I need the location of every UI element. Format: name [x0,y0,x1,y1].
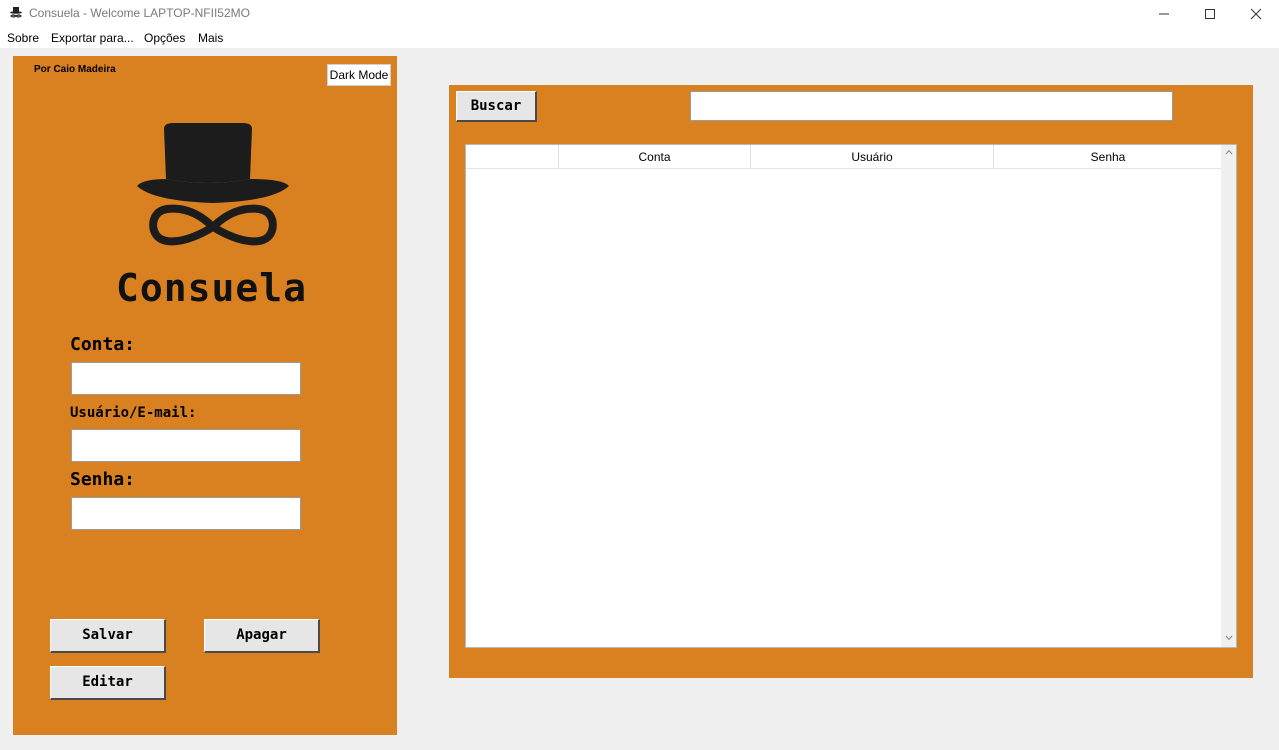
minimize-button[interactable] [1141,0,1187,28]
delete-button[interactable]: Apagar [204,619,320,653]
scroll-down-icon[interactable] [1225,635,1233,641]
window-title: Consuela - Welcome LAPTOP-NFII52MO [29,6,250,20]
minimize-icon [1159,13,1169,15]
menu-bar: Sobre Exportar para... Opções Mais [0,28,1279,48]
menu-item-sobre[interactable]: Sobre [7,31,39,45]
conta-label: Conta: [70,334,136,355]
usuario-label: Usuário/E-mail: [70,405,197,421]
maximize-button[interactable] [1187,0,1233,28]
column-header-senha[interactable]: Senha [994,145,1222,169]
dark-mode-button[interactable]: Dark Mode [327,64,391,86]
column-header-blank[interactable] [466,145,559,169]
search-input[interactable] [690,91,1173,121]
usuario-input[interactable] [71,429,301,462]
senha-input[interactable] [71,497,301,530]
top-hat-mustache-icon [137,123,289,246]
title-bar: Consuela - Welcome LAPTOP-NFII52MO [0,0,1279,28]
table-header: Conta Usuário Senha [466,145,1222,169]
table-scrollbar[interactable] [1221,145,1236,647]
menu-item-opcoes[interactable]: Opções [144,31,185,45]
close-icon [1250,8,1262,20]
column-header-usuario[interactable]: Usuário [751,145,994,169]
records-table[interactable]: Conta Usuário Senha [465,144,1237,648]
menu-item-exportar[interactable]: Exportar para... [51,31,134,45]
senha-label: Senha: [70,469,136,490]
records-panel: Buscar Conta Usuário Senha [449,85,1253,678]
edit-button[interactable]: Editar [50,666,166,700]
search-button[interactable]: Buscar [456,91,537,122]
entry-panel: Por Caio Madeira Dark Mode Consuela Cont… [13,56,397,735]
menu-item-mais[interactable]: Mais [198,31,223,45]
save-button[interactable]: Salvar [50,619,166,653]
maximize-icon [1205,9,1215,19]
close-button[interactable] [1233,0,1279,28]
app-icon [10,7,22,18]
scroll-up-icon[interactable] [1225,149,1233,155]
app-name-heading: Consuela [116,266,308,310]
conta-input[interactable] [71,362,301,395]
author-label: Por Caio Madeira [34,64,116,75]
column-header-conta[interactable]: Conta [559,145,751,169]
